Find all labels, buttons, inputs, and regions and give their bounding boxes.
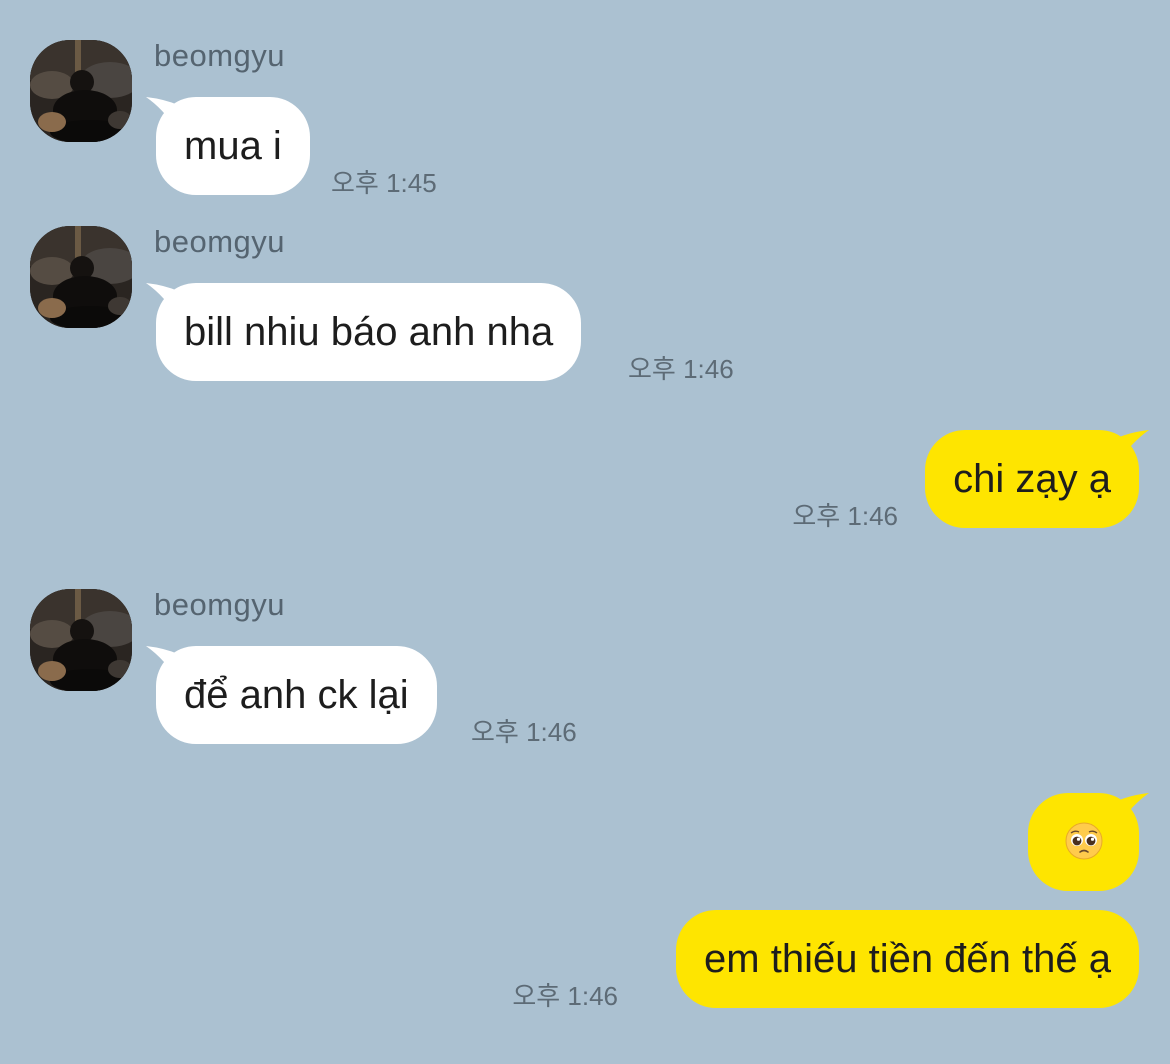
bubble-tail-icon xyxy=(146,646,178,682)
message-text: em thiếu tiền đến thế ạ xyxy=(704,937,1111,981)
avatar[interactable] xyxy=(30,589,132,691)
bubble-tail-icon xyxy=(146,97,178,133)
bubble-tail-icon xyxy=(1117,793,1149,829)
message-bubble[interactable]: để anh ck lại xyxy=(146,646,437,744)
bubble-tail-icon xyxy=(146,283,178,319)
message-timestamp: 오후 1:46 xyxy=(471,717,577,747)
pleading-face-emoji-icon xyxy=(1065,822,1102,860)
sender-name: beomgyu xyxy=(154,38,286,73)
message-text: chi zạy ạ xyxy=(953,457,1111,501)
message-text: để anh ck lại xyxy=(184,673,409,717)
message-bubble[interactable]: mua i xyxy=(146,97,310,195)
message-timestamp: 오후 1:46 xyxy=(628,354,734,384)
message-timestamp: 오후 1:46 xyxy=(512,981,618,1011)
avatar[interactable] xyxy=(30,40,132,142)
bubble-tail-icon xyxy=(1117,430,1149,466)
avatar[interactable] xyxy=(30,226,132,328)
message-timestamp: 오후 1:45 xyxy=(331,168,437,198)
message-bubble[interactable]: em thiếu tiền đến thế ạ xyxy=(676,910,1139,1008)
message-bubble[interactable]: bill nhiu báo anh nha xyxy=(146,283,582,381)
sender-name: beomgyu xyxy=(154,587,286,622)
message-text: bill nhiu báo anh nha xyxy=(184,310,554,354)
message-timestamp: 오후 1:46 xyxy=(792,501,898,531)
message-bubble[interactable]: chi zạy ạ xyxy=(925,430,1149,528)
sender-name: beomgyu xyxy=(154,224,286,259)
message-bubble[interactable] xyxy=(1028,793,1149,891)
message-text: mua i xyxy=(184,124,282,168)
